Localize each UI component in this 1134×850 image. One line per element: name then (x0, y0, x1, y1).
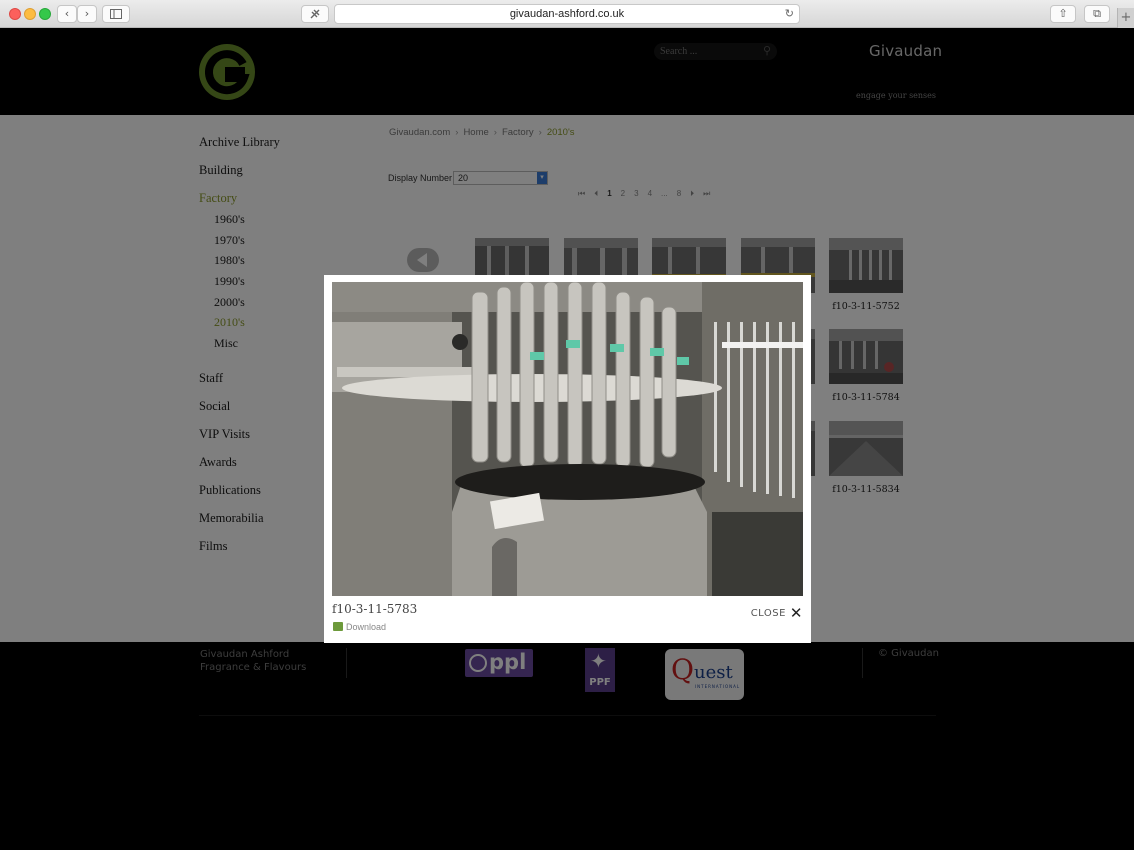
lightbox-photo (332, 282, 803, 596)
close-label: CLOSE (750, 608, 786, 619)
sidebar-toggle-button[interactable] (102, 5, 130, 23)
share-button[interactable]: ⇧ (1050, 5, 1076, 23)
download-link[interactable]: Download (333, 622, 386, 632)
extension-icon (310, 9, 320, 19)
lightbox-dialog: f10-3-11-5783 Download CLOSE ✕ (324, 275, 811, 643)
extension-button[interactable] (301, 5, 329, 23)
url-text: givaudan-ashford.co.uk (509, 8, 625, 20)
download-label: Download (346, 622, 387, 632)
sidebar-icon (110, 9, 122, 19)
download-icon (333, 622, 343, 631)
address-bar[interactable]: givaudan-ashford.co.uk ↻ (334, 4, 800, 24)
browser-toolbar: ‹ › givaudan-ashford.co.uk ↻ ⇧ ⧉ + (0, 0, 1134, 28)
minimize-window-button[interactable] (24, 8, 36, 20)
tabs-icon: ⧉ (1093, 7, 1101, 20)
close-window-button[interactable] (9, 8, 21, 20)
lightbox-caption: f10-3-11-5783 (332, 602, 418, 616)
show-tabs-button[interactable]: ⧉ (1084, 5, 1110, 23)
zoom-window-button[interactable] (39, 8, 51, 20)
new-tab-button[interactable]: + (1117, 8, 1134, 28)
close-icon: ✕ (789, 604, 803, 622)
back-button[interactable]: ‹ (57, 5, 77, 23)
lightbox-close-button[interactable]: CLOSE ✕ (751, 604, 803, 622)
chevron-right-icon: › (84, 7, 90, 20)
share-icon: ⇧ (1058, 7, 1068, 20)
forward-button[interactable]: › (77, 5, 97, 23)
plus-icon: + (1120, 10, 1132, 25)
chevron-left-icon: ‹ (64, 7, 70, 20)
reload-icon[interactable]: ↻ (785, 5, 794, 23)
